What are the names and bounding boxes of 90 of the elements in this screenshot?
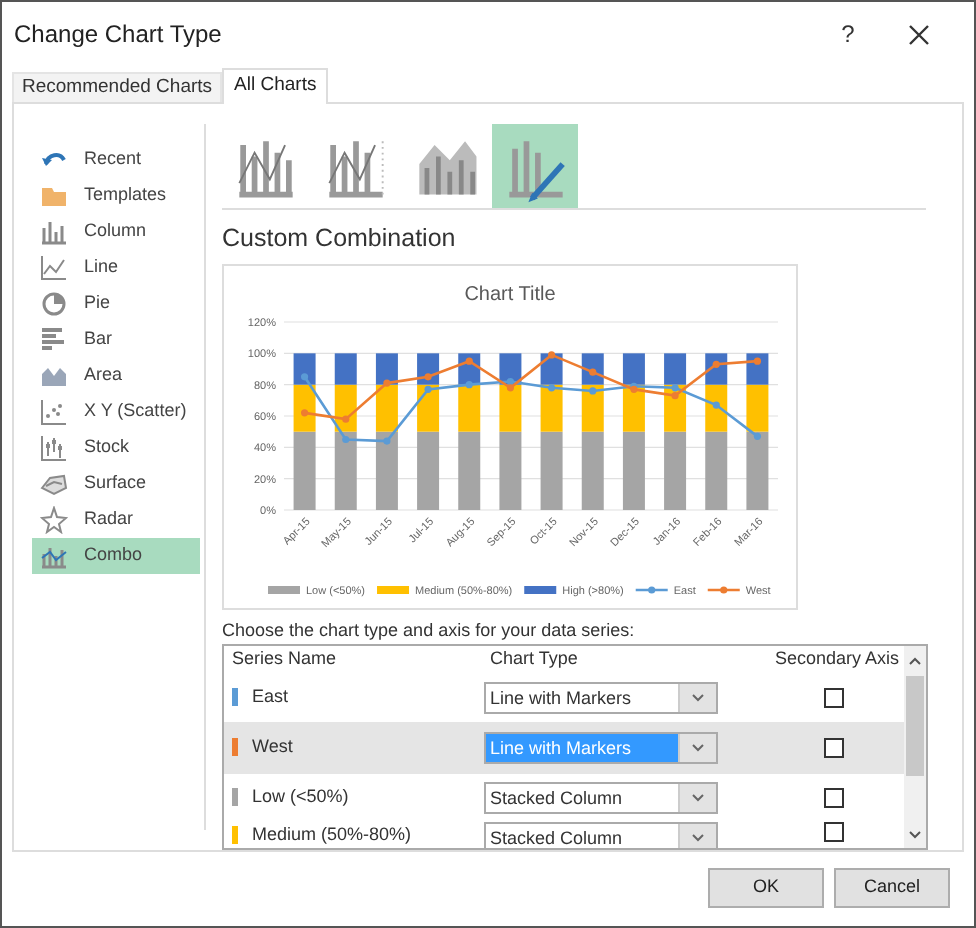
point [547,350,556,358]
chart-category-item[interactable]: Line [32,250,200,286]
legend-key [268,585,300,594]
point [342,415,350,423]
caret-icon [692,793,704,802]
point [506,377,515,385]
legend-key [635,585,668,594]
chart-category-icon [40,434,68,462]
chart-category-icon [40,506,68,534]
chart-category-item[interactable]: Column [32,214,200,250]
close-icon[interactable] [908,23,930,45]
chart-category-item[interactable]: Bar [32,322,200,358]
chart-category-item[interactable]: Recent [32,142,200,178]
chart-category-icon [40,362,68,390]
secondary-axis-checkbox[interactable] [823,787,843,808]
point [424,385,432,393]
chart-category-icon [40,182,68,210]
tab[interactable]: Recommended Charts [12,72,223,102]
help-button[interactable]: ? [828,16,868,52]
caret-icon [692,833,704,842]
point [465,357,473,365]
chart-category-icon [40,470,68,498]
window-title: Change Chart Type [14,18,222,52]
point [465,380,473,388]
series-name: Low (<50%) [252,784,349,810]
point [342,435,350,443]
chart-category-item[interactable]: Area [32,358,200,394]
point [753,357,762,365]
legend-key [377,585,410,594]
dropdown-value: Stacked Column [488,825,625,848]
legend-key [524,585,557,594]
point [712,360,720,368]
chart-title: Chart Title [464,283,556,306]
secondary-axis-checkbox[interactable] [823,687,843,708]
point [300,372,309,380]
tab[interactable]: All Charts [222,68,329,104]
chart-category-icon [40,542,68,570]
chart-category-item[interactable]: Templates [32,178,200,214]
point [671,383,679,391]
chart-subtype-button[interactable] [492,124,578,208]
scrollbar[interactable] [904,646,926,848]
chart-category-icon [40,290,68,318]
series-row[interactable]: Medium (50%-80%) Stacked Column [224,821,904,848]
point [712,400,720,409]
series-name: Medium (50%-80%) [252,821,412,848]
series-row[interactable]: West Line with Markers [224,721,904,774]
legend-key [707,585,740,594]
column-header: Chart Type [488,646,580,673]
caret-icon [692,693,704,702]
chart-category-item[interactable]: Surface [32,466,200,502]
point [506,383,515,391]
chart-category-icon [40,218,68,246]
chart-category-item[interactable]: Combo [32,538,200,574]
dialog-button[interactable]: OK [708,868,824,908]
chart-type-dropdown[interactable]: Stacked Column [484,781,718,814]
chart-type-dropdown[interactable]: Stacked Column [484,821,718,848]
chart-category-icon [40,398,68,426]
point [589,386,597,395]
dropdown-value: Stacked Column [488,785,625,812]
instruction-text: Choose the chart type and axis for your data series: [222,617,637,644]
point [383,379,391,387]
chart-category-icon [40,254,68,282]
secondary-axis-checkbox[interactable] [823,737,843,758]
chart-type-dropdown[interactable]: Line with Markers [484,681,718,714]
chart-category-icon [40,326,68,354]
point [547,383,556,391]
series-row[interactable]: East Line with Markers [224,673,904,722]
series-row[interactable]: Low (<50%) Stacked Column [224,773,904,822]
dialog-button[interactable]: Cancel [834,868,950,908]
point [300,408,309,416]
secondary-axis-checkbox[interactable] [823,821,843,842]
column-header: Secondary Axis [772,646,902,673]
caret-icon [692,743,704,752]
point [671,391,679,399]
scroll-up-icon[interactable] [908,656,922,667]
section-heading: Custom Combination [222,222,458,256]
scroll-down-icon[interactable] [908,830,922,840]
chart-category-item[interactable]: X Y (Scatter) [32,394,200,430]
point [424,372,432,380]
chart-category-item[interactable]: Pie [32,286,200,322]
point [383,436,391,445]
point [753,432,762,440]
dropdown-value: Line with Markers [486,733,678,762]
chart-category-item[interactable]: Stock [32,430,200,466]
scrollbar-thumb[interactable] [906,676,924,777]
dropdown-value: Line with Markers [488,685,634,712]
column-header: Series Name [230,646,339,673]
series-name: West [252,734,293,760]
chart-category-item[interactable]: Radar [32,502,200,538]
series-name: East [252,684,289,710]
